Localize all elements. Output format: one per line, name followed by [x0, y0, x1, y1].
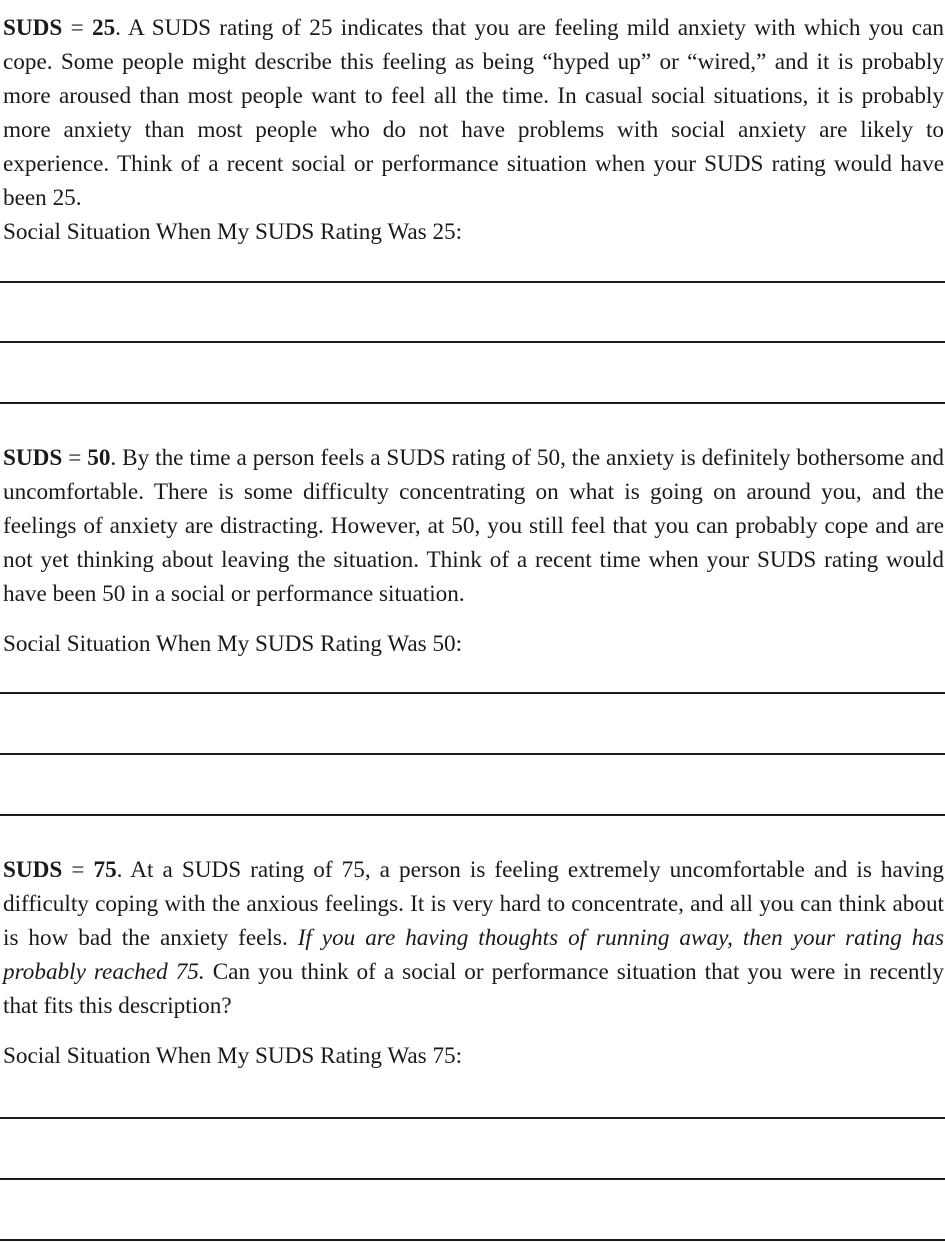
suds-75-equals: =: [62, 857, 94, 883]
suds-50-prompt: Social Situation When My SUDS Rating Was…: [3, 631, 463, 657]
suds-50-section: SUDS = 50. By the time a person feels a …: [3, 441, 944, 611]
suds-50-equals: =: [62, 445, 88, 471]
suds-75-prompt: Social Situation When My SUDS Rating Was…: [3, 1043, 463, 1069]
suds-25-value: 25: [91, 15, 116, 41]
suds-25-prompt: Social Situation When My SUDS Rating Was…: [3, 219, 463, 245]
suds-50-text: . By the time a person feels a SUDS rati…: [3, 445, 945, 607]
suds-75-answer-line-3[interactable]: [0, 1239, 945, 1241]
suds-50-label: SUDS: [3, 445, 63, 471]
suds-75-answer-line-1[interactable]: [0, 1117, 945, 1119]
suds-25-text: . A SUDS rating of 25 indicates that you…: [3, 15, 944, 211]
suds-50-answer-line-1[interactable]: [0, 692, 945, 694]
suds-75-answer-line-2[interactable]: [0, 1178, 945, 1180]
suds-75-description: SUDS = 75. At a SUDS rating of 75, a per…: [3, 853, 944, 1023]
suds-25-answer-line-3[interactable]: [0, 402, 945, 404]
suds-75-value: 75: [93, 857, 117, 883]
suds-25-equals: =: [62, 15, 92, 41]
suds-50-value: 50: [87, 445, 111, 471]
suds-25-answer-line-1[interactable]: [0, 281, 945, 283]
suds-50-description: SUDS = 50. By the time a person feels a …: [3, 441, 944, 611]
suds-75-section: SUDS = 75. At a SUDS rating of 75, a per…: [3, 853, 944, 1023]
worksheet-page: SUDS = 25. A SUDS rating of 25 indicates…: [0, 0, 945, 1243]
suds-50-answer-line-2[interactable]: [0, 753, 945, 755]
suds-25-answer-line-2[interactable]: [0, 341, 945, 343]
suds-50-answer-line-3[interactable]: [0, 814, 945, 816]
suds-25-description: SUDS = 25. A SUDS rating of 25 indicates…: [3, 11, 944, 215]
suds-25-section: SUDS = 25. A SUDS rating of 25 indicates…: [3, 11, 944, 215]
suds-75-label: SUDS: [3, 857, 63, 883]
suds-25-label: SUDS: [3, 15, 63, 41]
